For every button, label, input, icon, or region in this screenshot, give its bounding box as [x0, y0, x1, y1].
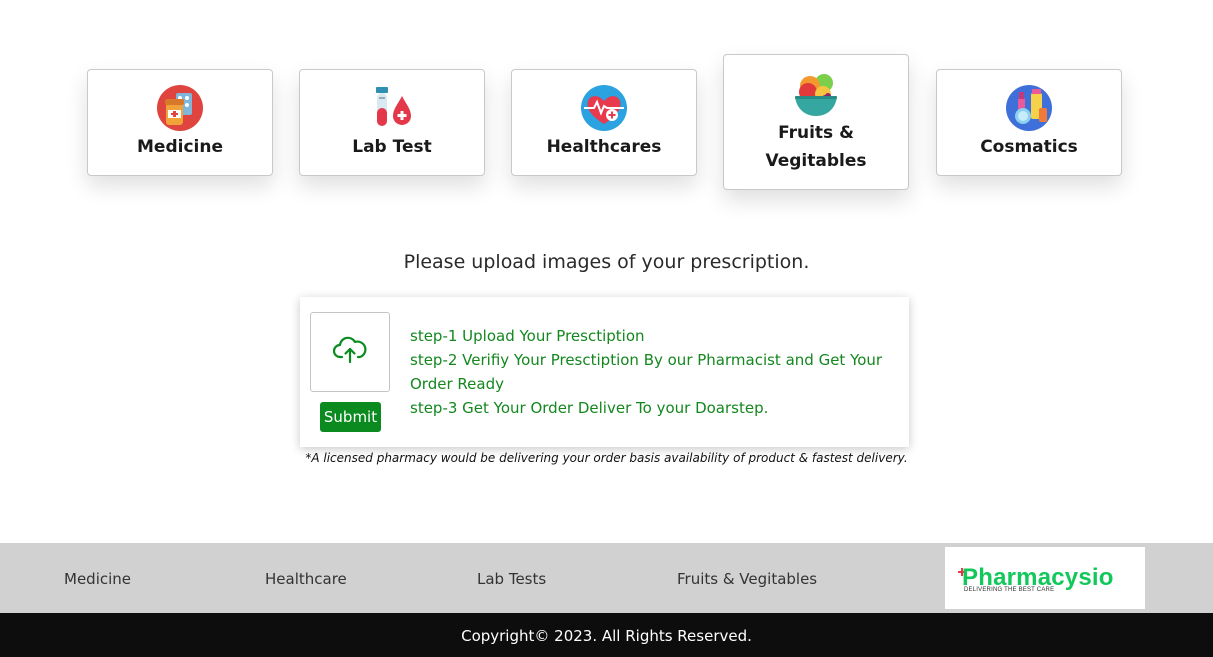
category-label: Healthcares: [546, 137, 662, 157]
medicine-icon: [156, 84, 204, 132]
brand-tagline: DELIVERING THE BEST CARE: [964, 587, 1055, 593]
copyright-bar: Copyright© 2023. All Rights Reserved.: [0, 613, 1213, 657]
category-card-fruits-vegitables[interactable]: Fruits & Vegitables: [723, 54, 909, 190]
copyright-text: Copyright© 2023. All Rights Reserved.: [461, 627, 752, 645]
step-item: step-1 Upload Your Presctiption: [410, 327, 645, 345]
category-card-medicine[interactable]: Medicine: [87, 69, 273, 176]
brand-logo[interactable]: Pharmacysio DELIVERING THE BEST CARE: [945, 547, 1145, 609]
footer-link-healthcare[interactable]: Healthcare: [265, 570, 347, 588]
footer-link-medicine[interactable]: Medicine: [64, 570, 131, 588]
category-label: Medicine: [137, 137, 223, 157]
upload-panel: Submit step-1 Upload Your Presctiption s…: [300, 297, 909, 447]
step-item: step-2 Verifiy Your Presctiption By our …: [410, 351, 883, 393]
footer-nav: Medicine Healthcare Lab Tests Fruits & V…: [0, 543, 1213, 613]
healthcare-heart-icon: [580, 84, 628, 132]
cosmetics-icon: [1005, 84, 1053, 132]
upload-steps: step-1 Upload Your Presctiption step-2 V…: [410, 324, 905, 420]
step-item: step-3 Get Your Order Deliver To your Do…: [410, 399, 769, 417]
category-card-healthcares[interactable]: Healthcares: [511, 69, 697, 176]
upload-dropzone[interactable]: [310, 312, 390, 392]
submit-button[interactable]: Submit: [320, 402, 381, 432]
category-label: Lab Test: [352, 137, 432, 157]
category-row: Medicine Lab Test Healthcares Fruits & V…: [0, 0, 1213, 220]
category-card-cosmatics[interactable]: Cosmatics: [936, 69, 1122, 176]
lab-test-icon: [368, 84, 416, 132]
delivery-disclaimer: *A licensed pharmacy would be delivering…: [305, 451, 908, 465]
footer-link-fruits-vegitables[interactable]: Fruits & Vegitables: [677, 570, 817, 588]
upload-heading: Please upload images of your prescriptio…: [403, 251, 810, 273]
category-label: Cosmatics: [980, 137, 1078, 157]
cloud-upload-icon: [332, 335, 367, 370]
category-label: Fruits & Vegitables: [765, 122, 867, 171]
category-card-lab-test[interactable]: Lab Test: [299, 69, 485, 176]
footer-link-lab-tests[interactable]: Lab Tests: [477, 570, 546, 588]
fruit-bowl-icon: [792, 70, 840, 118]
